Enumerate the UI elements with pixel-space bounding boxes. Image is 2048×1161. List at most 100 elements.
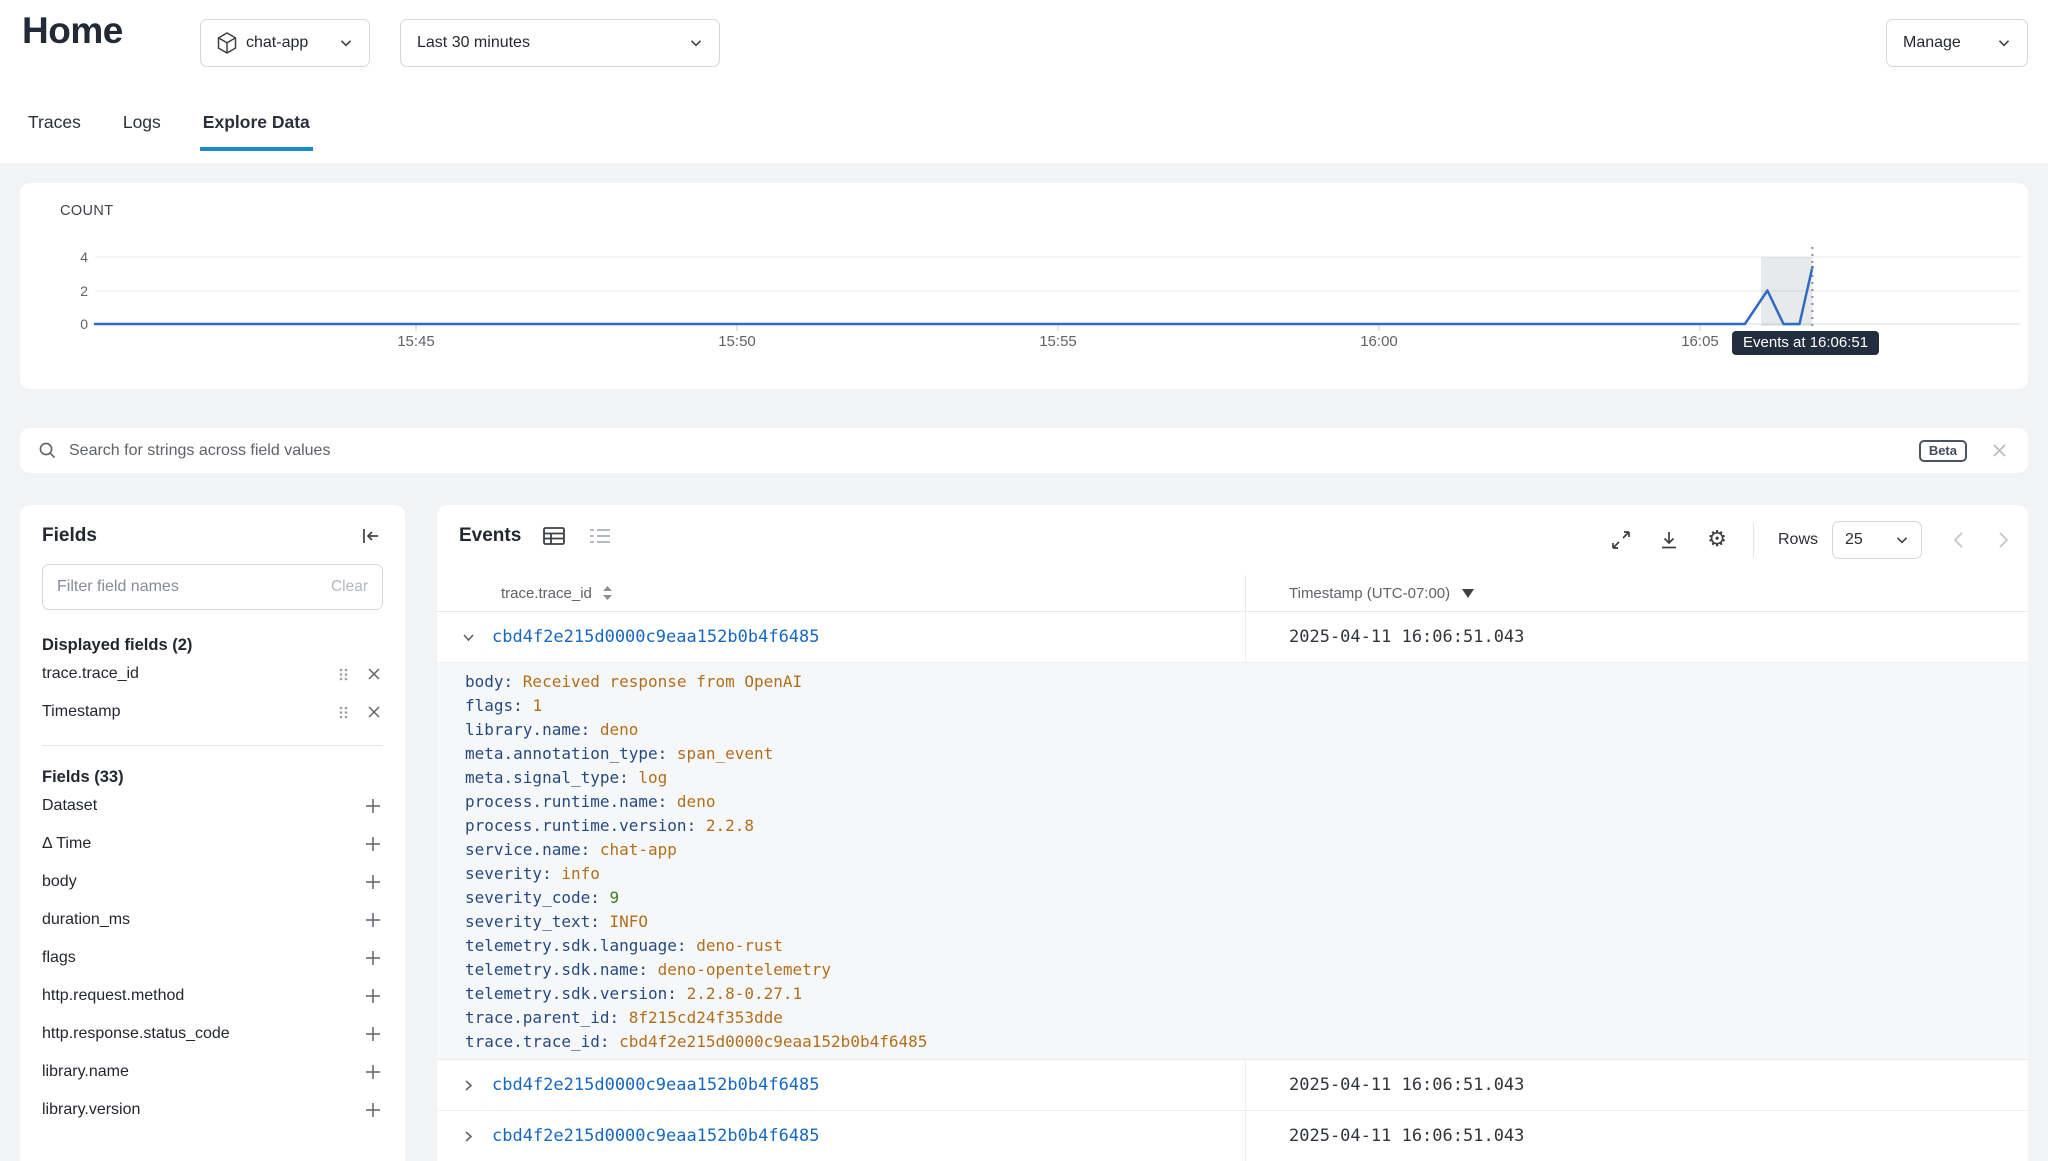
field-row: Dataset (42, 787, 383, 825)
detail-key: process.runtime.version (465, 816, 706, 835)
remove-field-icon[interactable] (365, 703, 383, 721)
add-field-icon[interactable] (363, 986, 383, 1006)
detail-key: severity_text (465, 912, 610, 931)
close-search-icon[interactable] (1989, 440, 2010, 461)
chart-tooltip: Events at 16:06:51 (1732, 331, 1879, 355)
table-row[interactable]: cbd4f2e215d0000c9eaa152b0b4f6485 2025-04… (437, 612, 2028, 663)
table-row[interactable]: cbd4f2e215d0000c9eaa152b0b4f6485 2025-04… (437, 1060, 2028, 1111)
detail-value: log (638, 768, 667, 787)
add-field-icon[interactable] (363, 948, 383, 968)
column-header-timestamp[interactable]: Timestamp (UTC-07:00) (1289, 585, 1450, 602)
explore-data-page: Home chat-app Last 30 minutes (0, 0, 2048, 1161)
tab-traces[interactable]: Traces (25, 112, 84, 151)
settings-gear-icon[interactable]: ⚙ (1705, 527, 1729, 553)
detail-key-value: bodyReceived response from OpenAI (465, 670, 2028, 694)
list-view-icon[interactable] (587, 525, 613, 547)
trace-id-link[interactable]: cbd4f2e215d0000c9eaa152b0b4f6485 (492, 1126, 820, 1146)
events-panel-title: Events (459, 525, 521, 547)
trace-id-link[interactable]: cbd4f2e215d0000c9eaa152b0b4f6485 (492, 627, 820, 647)
next-page-icon[interactable] (1994, 529, 2012, 551)
add-field-icon[interactable] (363, 1062, 383, 1082)
detail-value: INFO (610, 912, 649, 931)
field-row: library.version (42, 1091, 383, 1129)
tab-explore-data[interactable]: Explore Data (200, 112, 313, 151)
detail-value: 9 (610, 888, 620, 907)
collapse-sidebar-icon[interactable] (359, 525, 383, 547)
add-field-icon[interactable] (363, 796, 383, 816)
field-row: Δ Time (42, 825, 383, 863)
filter-fields-input[interactable] (57, 578, 331, 596)
top-bar: Home chat-app Last 30 minutes (0, 0, 2048, 163)
prev-page-icon[interactable] (1950, 529, 1968, 551)
table-view-icon[interactable] (541, 525, 567, 547)
rows-per-page-select[interactable]: 25 (1832, 521, 1922, 559)
detail-key-value: flags1 (465, 694, 2028, 718)
add-field-icon[interactable] (363, 872, 383, 892)
add-field-icon[interactable] (363, 910, 383, 930)
dataset-selector[interactable]: chat-app (200, 19, 370, 67)
trace-id-link[interactable]: cbd4f2e215d0000c9eaa152b0b4f6485 (492, 1075, 820, 1095)
clear-filter-button[interactable]: Clear (331, 578, 368, 596)
sort-desc-icon[interactable] (1462, 589, 1474, 598)
detail-value: 8f215cd24f353dde (629, 1008, 783, 1027)
x-axis-tick: 15:55 (1013, 333, 1103, 350)
detail-key: service.name (465, 840, 600, 859)
collapse-row-icon[interactable] (461, 630, 476, 645)
detail-key: process.runtime.name (465, 792, 677, 811)
dataset-selector-label: chat-app (246, 34, 308, 52)
drag-handle-icon[interactable] (336, 703, 351, 722)
sort-icon[interactable] (602, 585, 613, 601)
table-row[interactable]: cbd4f2e215d0000c9eaa152b0b4f6485 2025-04… (437, 1111, 2028, 1161)
column-header-trace-id[interactable]: trace.trace_id (501, 585, 592, 602)
chevron-down-icon (689, 36, 703, 50)
displayed-field-label: Timestamp (42, 703, 336, 721)
remove-field-icon[interactable] (365, 665, 383, 683)
search-icon (38, 441, 57, 460)
field-row: http.request.method (42, 977, 383, 1015)
drag-handle-icon[interactable] (336, 665, 351, 684)
field-row: body (42, 863, 383, 901)
time-range-selector[interactable]: Last 30 minutes (400, 19, 720, 67)
count-line-chart[interactable] (20, 183, 2028, 389)
timestamp-value: 2025-04-11 16:06:51.043 (1289, 1075, 1524, 1095)
search-input[interactable] (69, 442, 1919, 460)
expand-row-icon[interactable] (461, 1078, 476, 1093)
x-axis-tick: 15:50 (692, 333, 782, 350)
detail-key-value: service.namechat-app (465, 838, 2028, 862)
expand-panel-icon[interactable] (1609, 528, 1633, 552)
y-axis-tick: 4 (50, 249, 88, 265)
events-table-header: trace.trace_id Timestamp (UTC-07:00) (437, 575, 2028, 612)
timestamp-value: 2025-04-11 16:06:51.043 (1289, 627, 1524, 647)
displayed-field-row: trace.trace_id (42, 655, 383, 693)
detail-key: meta.annotation_type (465, 744, 677, 763)
field-label: http.request.method (42, 987, 363, 1005)
add-field-icon[interactable] (363, 1100, 383, 1120)
detail-value: deno-rust (696, 936, 783, 955)
field-label: Dataset (42, 797, 363, 815)
detail-value: deno (677, 792, 716, 811)
detail-key-value: meta.annotation_typespan_event (465, 742, 2028, 766)
detail-key: meta.signal_type (465, 768, 638, 787)
tab-bar: Traces Logs Explore Data (25, 112, 349, 151)
tab-logs[interactable]: Logs (120, 112, 164, 151)
add-field-icon[interactable] (363, 1024, 383, 1044)
detail-key-value: telemetry.sdk.languagedeno-rust (465, 934, 2028, 958)
detail-key-value: trace.parent_id8f215cd24f353dde (465, 1006, 2028, 1030)
expand-row-icon[interactable] (461, 1129, 476, 1144)
detail-key: telemetry.sdk.version (465, 984, 687, 1003)
detail-key: telemetry.sdk.name (465, 960, 658, 979)
field-label: body (42, 873, 363, 891)
detail-value: span_event (677, 744, 773, 763)
detail-key-value: process.runtime.version2.2.8 (465, 814, 2028, 838)
detail-value: deno-opentelemetry (658, 960, 831, 979)
manage-button[interactable]: Manage (1886, 19, 2028, 67)
detail-key-value: telemetry.sdk.namedeno-opentelemetry (465, 958, 2028, 982)
detail-key: library.name (465, 720, 600, 739)
add-field-icon[interactable] (363, 834, 383, 854)
manage-button-label: Manage (1903, 34, 1961, 52)
detail-key-value: process.runtime.namedeno (465, 790, 2028, 814)
detail-key: body (465, 672, 523, 691)
beta-badge: Beta (1919, 440, 1967, 462)
download-icon[interactable] (1657, 528, 1681, 552)
detail-key-value: severity_textINFO (465, 910, 2028, 934)
